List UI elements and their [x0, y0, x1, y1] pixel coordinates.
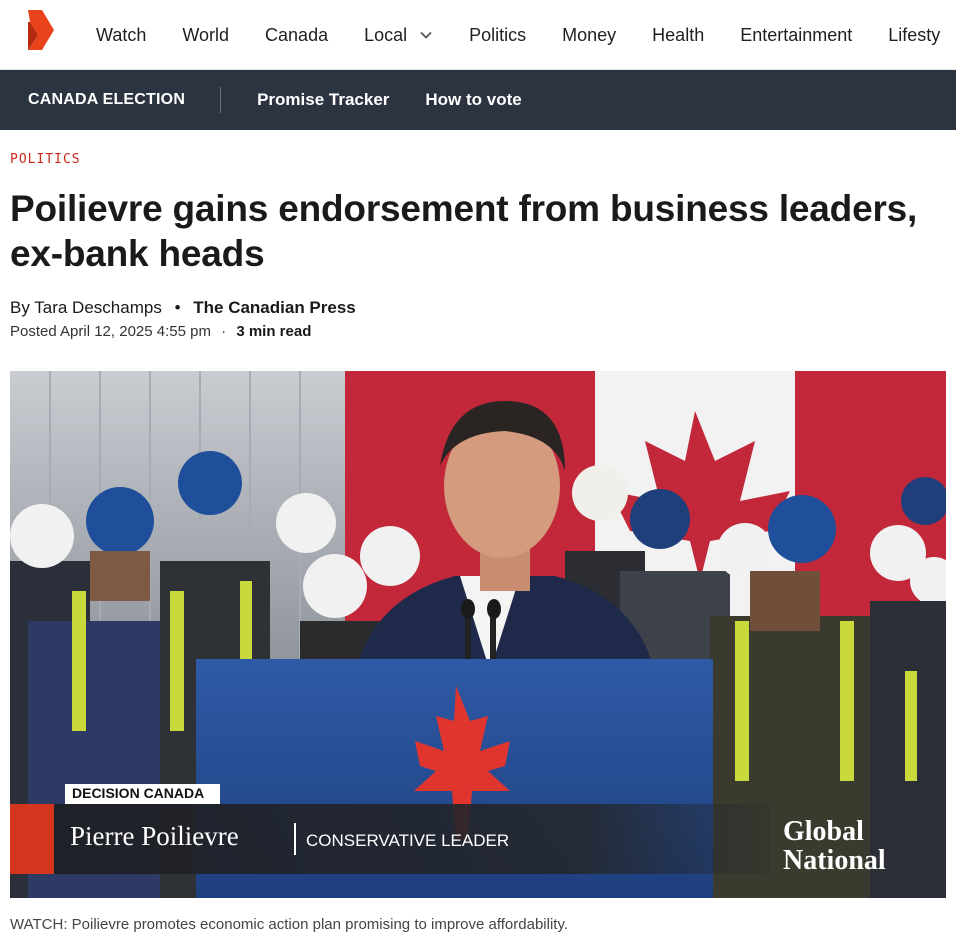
nav-item-local[interactable]: Local — [346, 0, 451, 70]
byline-prefix: By — [10, 298, 30, 317]
nav-item-label: Watch — [96, 24, 147, 45]
main-menu: Watch World Canada Local Politics Money … — [78, 0, 956, 70]
nav-item-label: Health — [652, 24, 705, 45]
election-subnav: CANADA ELECTION Promise Tracker How to v… — [0, 70, 956, 130]
how-to-vote-link[interactable]: How to vote — [425, 90, 521, 110]
article-headline: Poilievre gains endorsement from busines… — [10, 188, 918, 274]
network-logo-line1: Global — [783, 816, 864, 847]
nav-item-label: Lifesty — [888, 24, 941, 45]
author-link[interactable]: Tara Deschamps — [34, 298, 162, 317]
meta-separator: · — [221, 323, 227, 340]
speaker-name: Pierre Poilievre — [70, 821, 239, 851]
byline-separator: • — [174, 298, 181, 317]
nav-item-label: Local — [364, 24, 408, 45]
nav-item-canada[interactable]: Canada — [247, 0, 346, 70]
read-time: 3 min read — [236, 323, 312, 340]
video-player[interactable]: DECISION CANADA Pierre Poilievre CONSERV… — [10, 371, 946, 898]
network-logo: Global National — [783, 817, 886, 875]
nav-item-label: Politics — [469, 24, 527, 45]
source-name: The Canadian Press — [193, 298, 356, 317]
network-logo-line2: National — [783, 845, 886, 876]
video-caption: WATCH: Poilievre promotes economic actio… — [10, 916, 569, 933]
nav-item-entertainment[interactable]: Entertainment — [722, 0, 870, 70]
nav-item-watch[interactable]: Watch — [78, 0, 164, 70]
chevron-down-icon[interactable] — [419, 28, 433, 42]
nav-item-politics[interactable]: Politics — [451, 0, 544, 70]
nav-item-label: Money — [562, 24, 617, 45]
nav-item-world[interactable]: World — [164, 0, 247, 70]
lower-third-tag: DECISION CANADA — [72, 785, 205, 801]
nav-item-money[interactable]: Money — [544, 0, 634, 70]
nav-item-label: Canada — [265, 24, 329, 45]
posted-meta: Posted April 12, 2025 4:55 pm · 3 min re… — [10, 323, 311, 340]
top-navigation: Watch World Canada Local Politics Money … — [0, 0, 956, 70]
election-section-title[interactable]: CANADA ELECTION — [0, 87, 222, 113]
nav-item-health[interactable]: Health — [634, 0, 722, 70]
nav-item-lifestyle[interactable]: Lifesty — [870, 0, 956, 70]
global-news-logo-icon[interactable] — [26, 8, 56, 52]
nav-item-label: Entertainment — [740, 24, 853, 45]
promise-tracker-link[interactable]: Promise Tracker — [257, 90, 389, 110]
nav-item-label: World — [182, 24, 230, 45]
article-category-link[interactable]: POLITICS — [10, 152, 81, 167]
posted-date: Posted April 12, 2025 4:55 pm — [10, 323, 211, 340]
byline: By Tara Deschamps • The Canadian Press — [10, 298, 356, 318]
speaker-title: CONSERVATIVE LEADER — [306, 831, 510, 850]
